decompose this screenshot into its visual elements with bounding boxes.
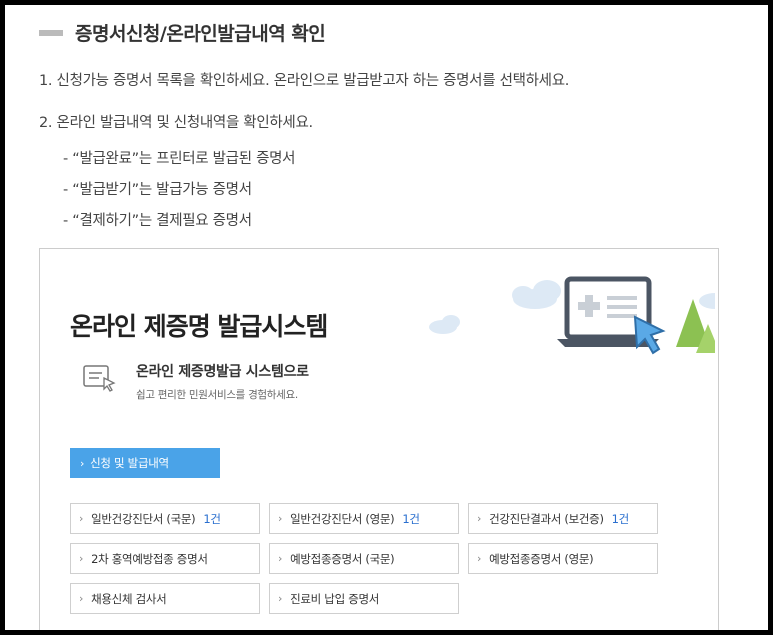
document-pointer-icon bbox=[83, 365, 116, 392]
cert-label: 진료비 납입 증명서 bbox=[290, 591, 380, 606]
cert-item-general-health-en[interactable]: › 일반건강진단서 (영문) 1건 bbox=[269, 503, 459, 534]
chevron-right-icon: › bbox=[79, 512, 84, 525]
chevron-right-icon: › bbox=[278, 592, 283, 605]
laptop-cursor-illustration bbox=[429, 276, 715, 355]
chevron-right-icon: › bbox=[79, 592, 84, 605]
chevron-right-icon: › bbox=[477, 512, 482, 525]
cert-item-vaccination-en[interactable]: › 예방접종증명서 (영문) bbox=[468, 543, 658, 574]
apply-history-button[interactable]: › 신청 및 발급내역 bbox=[70, 448, 220, 478]
system-subtitle: 온라인 제증명발급 시스템으로 bbox=[136, 364, 309, 380]
section-title-text: 증명서신청/온라인발급내역 확인 bbox=[75, 23, 326, 45]
title-bar-icon bbox=[39, 29, 63, 36]
sub-item-payment: - “결제하기”는 결제필요 증명서 bbox=[63, 213, 252, 229]
cert-item-general-health-kr[interactable]: › 일반건강진단서 (국문) 1건 bbox=[70, 503, 260, 534]
sub-item-available: - “발급받기”는 발급가능 증명서 bbox=[63, 182, 252, 198]
page-frame: 증명서신청/온라인발급내역 확인 1. 신청가능 증명서 목록을 확인하세요. … bbox=[5, 5, 768, 630]
cert-count: 1건 bbox=[611, 511, 630, 526]
cert-label: 예방접종증명서 (국문) bbox=[290, 551, 395, 566]
cert-count: 1건 bbox=[203, 511, 221, 526]
step-1-text: 1. 신청가능 증명서 목록을 확인하세요. 온라인으로 발급받고자 하는 증명… bbox=[39, 73, 570, 89]
chevron-right-icon: › bbox=[80, 456, 85, 470]
cert-label: 일반건강진단서 (영문) bbox=[290, 511, 395, 526]
system-description: 쉽고 편리한 민원서비스를 경험하세요. bbox=[136, 389, 298, 401]
step-2-text: 2. 온라인 발급내역 및 신청내역을 확인하세요. bbox=[39, 115, 313, 131]
cert-item-measles-vaccine[interactable]: › 2차 홍역예방접종 증명서 bbox=[70, 543, 260, 574]
section-title: 증명서신청/온라인발급내역 확인 bbox=[39, 19, 326, 46]
chevron-right-icon: › bbox=[278, 512, 283, 525]
cert-item-vaccination-kr[interactable]: › 예방접종증명서 (국문) bbox=[269, 543, 459, 574]
cert-label: 2차 홍역예방접종 증명서 bbox=[91, 551, 208, 566]
cert-label: 일반건강진단서 (국문) bbox=[91, 511, 196, 526]
cert-item-employment-physical[interactable]: › 채용신체 검사서 bbox=[70, 583, 260, 614]
apply-history-label: 신청 및 발급내역 bbox=[90, 456, 169, 470]
cert-item-medical-payment[interactable]: › 진료비 납입 증명서 bbox=[269, 583, 459, 614]
chevron-right-icon: › bbox=[477, 552, 482, 565]
cert-count: 1건 bbox=[402, 511, 420, 526]
chevron-right-icon: › bbox=[79, 552, 84, 565]
cert-label: 예방접종증명서 (영문) bbox=[489, 551, 594, 566]
system-title: 온라인 제증명 발급시스템 bbox=[70, 312, 328, 341]
cert-item-health-result[interactable]: › 건강진단결과서 (보건증) 1건 bbox=[468, 503, 658, 534]
cert-label: 건강진단결과서 (보건증) bbox=[489, 511, 604, 526]
sub-item-issued: - “발급완료”는 프린터로 발급된 증명서 bbox=[63, 151, 296, 167]
system-screenshot-panel: 온라인 제증명 발급시스템 온라인 제증명발급 시스템으로 쉽고 편리한 민원서… bbox=[39, 248, 719, 630]
chevron-right-icon: › bbox=[278, 552, 283, 565]
cert-label: 채용신체 검사서 bbox=[91, 591, 167, 606]
